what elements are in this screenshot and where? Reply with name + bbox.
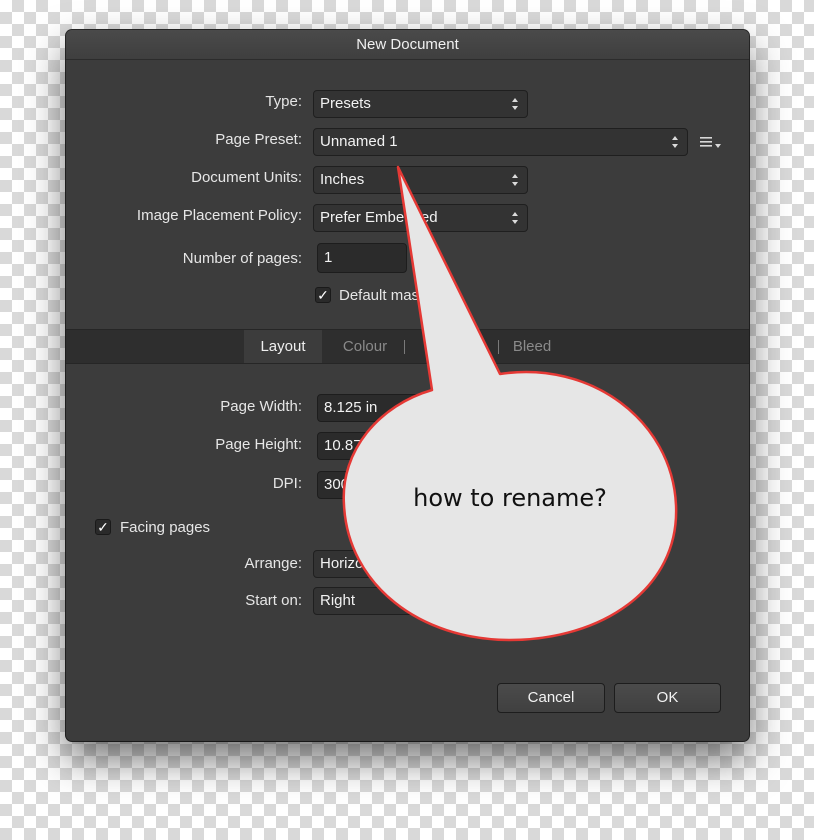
tab-divider bbox=[404, 340, 405, 354]
checkmark-icon: ✓ bbox=[317, 287, 329, 303]
height-input[interactable]: 10.875 in bbox=[317, 432, 437, 460]
pages-input[interactable]: 1 bbox=[317, 243, 407, 273]
ok-button[interactable]: OK bbox=[614, 683, 721, 713]
facing-pages-label: Facing pages bbox=[120, 519, 211, 536]
tab-bleed[interactable]: Bleed bbox=[502, 330, 562, 363]
start-on-select[interactable]: Right bbox=[313, 587, 463, 615]
placement-label: Image Placement Policy: bbox=[136, 207, 302, 224]
start-on-label: Start on: bbox=[245, 592, 302, 609]
units-value: Inches bbox=[320, 171, 365, 188]
arrange-label: Arrange: bbox=[244, 555, 302, 572]
type-select-value: Presets bbox=[320, 95, 371, 112]
dpi-label: DPI: bbox=[272, 475, 302, 492]
tab-divider bbox=[498, 340, 499, 354]
height-label: Page Height: bbox=[215, 436, 302, 453]
default-master-label: Default master bbox=[339, 287, 437, 304]
units-label: Document Units: bbox=[191, 169, 302, 186]
start-on-value: Right bbox=[320, 592, 356, 609]
width-input[interactable]: 8.125 in bbox=[317, 394, 437, 422]
updown-arrows-icon bbox=[512, 212, 518, 224]
speech-bubble-text: how to rename? bbox=[413, 484, 607, 512]
arrange-select[interactable]: Horizontally bbox=[313, 550, 463, 578]
arrange-value: Horizontally bbox=[320, 555, 399, 572]
default-master-checkbox[interactable]: ✓ bbox=[315, 287, 331, 303]
page-preset-value: Unnamed 1 bbox=[320, 133, 398, 150]
updown-arrows-icon bbox=[672, 136, 678, 148]
checkmark-icon: ✓ bbox=[97, 519, 109, 535]
dialog-title: New Document bbox=[66, 30, 749, 60]
updown-arrows-icon bbox=[512, 174, 518, 186]
new-document-dialog: New Document Type: Presets Page Preset: … bbox=[66, 30, 749, 741]
page-preset-label: Page Preset: bbox=[215, 131, 302, 148]
placement-select[interactable]: Prefer Embedded bbox=[313, 204, 528, 232]
type-select[interactable]: Presets bbox=[313, 90, 528, 118]
tab-bar: Layout Colour Margins Bleed bbox=[66, 329, 749, 364]
pages-label: Number of pages: bbox=[182, 250, 302, 267]
updown-arrows-icon bbox=[512, 98, 518, 110]
width-label: Page Width: bbox=[220, 398, 302, 415]
placement-value: Prefer Embedded bbox=[320, 209, 438, 226]
facing-pages-checkbox[interactable]: ✓ bbox=[95, 519, 111, 535]
page-preset-select[interactable]: Unnamed 1 bbox=[313, 128, 688, 156]
units-select[interactable]: Inches bbox=[313, 166, 528, 194]
tab-margins[interactable]: Margins bbox=[408, 330, 496, 363]
tab-layout[interactable]: Layout bbox=[244, 330, 322, 363]
cancel-button[interactable]: Cancel bbox=[497, 683, 605, 713]
tab-colour[interactable]: Colour bbox=[330, 330, 400, 363]
type-label: Type: bbox=[265, 93, 302, 110]
list-menu-icon[interactable] bbox=[700, 136, 722, 150]
